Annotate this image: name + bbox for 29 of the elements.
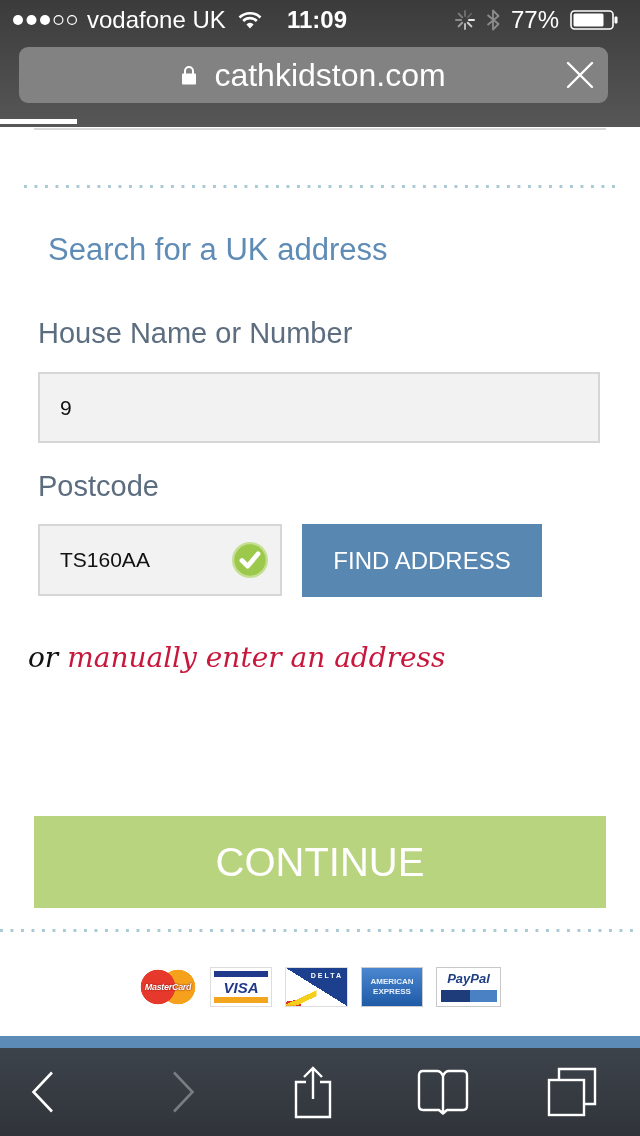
mastercard-logo: MasterCard (139, 967, 197, 1007)
postcode-label: Postcode (38, 469, 159, 504)
close-icon (566, 61, 594, 89)
manual-entry-link[interactable]: manually enter an address (67, 641, 446, 674)
open-book-icon (417, 1069, 469, 1115)
bluetooth-icon (485, 8, 500, 32)
carrier-name: vodafone UK (87, 5, 226, 35)
address-bar[interactable]: cathkidston.com (19, 47, 608, 103)
signal-strength-icon (12, 14, 78, 26)
visa-logo: VISA (210, 967, 272, 1007)
stacked-squares-icon (547, 1067, 597, 1117)
find-address-button[interactable]: FIND ADDRESS (302, 524, 542, 597)
clock-time: 11:09 (286, 5, 348, 35)
manual-entry-text: or manually enter an address (28, 640, 446, 676)
chevron-right-icon (171, 1071, 195, 1113)
chevron-left-icon (31, 1071, 55, 1113)
section-heading: Search for a UK address (48, 232, 388, 268)
postcode-field[interactable]: TS160AA (38, 524, 282, 596)
paypal-logo: PayPal (436, 967, 501, 1007)
battery-percentage: 77% (510, 5, 559, 35)
lock-icon (181, 65, 198, 85)
activity-spinner-icon (454, 10, 475, 30)
url-text: cathkidston.com (214, 56, 446, 95)
battery-icon (570, 10, 618, 30)
share-icon (293, 1065, 333, 1119)
wifi-icon (237, 11, 262, 29)
american-express-logo: AMERICAN EXPRESS (361, 967, 423, 1007)
house-number-label: House Name or Number (38, 316, 353, 351)
house-number-field[interactable]: 9 (38, 372, 600, 443)
